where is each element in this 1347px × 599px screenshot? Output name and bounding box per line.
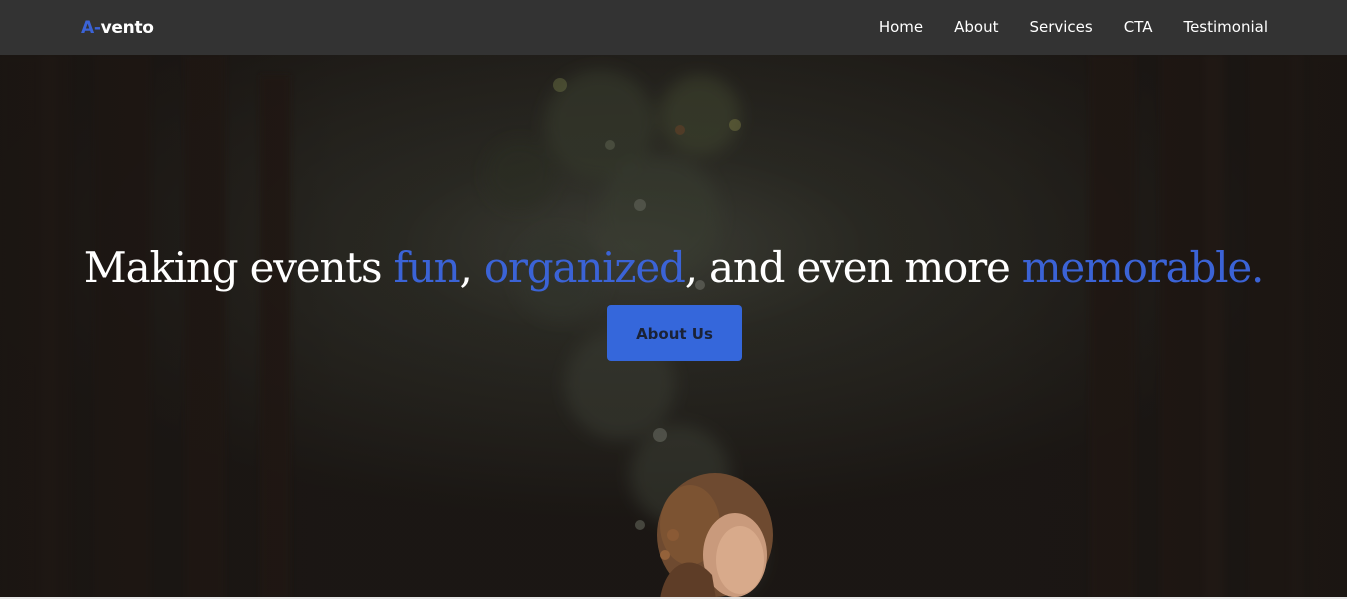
nav-link-about[interactable]: About (954, 17, 998, 37)
nav-link-services[interactable]: Services (1029, 17, 1092, 37)
headline-separator: , (459, 243, 484, 292)
headline-text-1: Making events (83, 243, 394, 292)
brand-name: vento (100, 18, 154, 38)
about-us-button[interactable]: About Us (607, 305, 742, 361)
hero-section: Making events fun, organized, and even m… (0, 55, 1347, 599)
brand-logo[interactable]: A-vento (81, 17, 154, 39)
headline-highlight-memorable: memorable. (1021, 243, 1265, 292)
headline-highlight-fun: fun (393, 243, 460, 292)
nav-link-cta[interactable]: CTA (1124, 17, 1153, 37)
headline-highlight-organized: organized (483, 243, 686, 292)
headline-text-2: , and even more (684, 243, 1022, 292)
nav-menu: Home About Services CTA Testimonial (879, 17, 1268, 37)
nav-link-home[interactable]: Home (879, 17, 923, 37)
nav-link-testimonial[interactable]: Testimonial (1183, 17, 1268, 37)
navbar: A-vento Home About Services CTA Testimon… (0, 0, 1347, 55)
brand-prefix: A- (81, 18, 101, 38)
hero-headline: Making events fun, organized, and even m… (0, 240, 1347, 296)
